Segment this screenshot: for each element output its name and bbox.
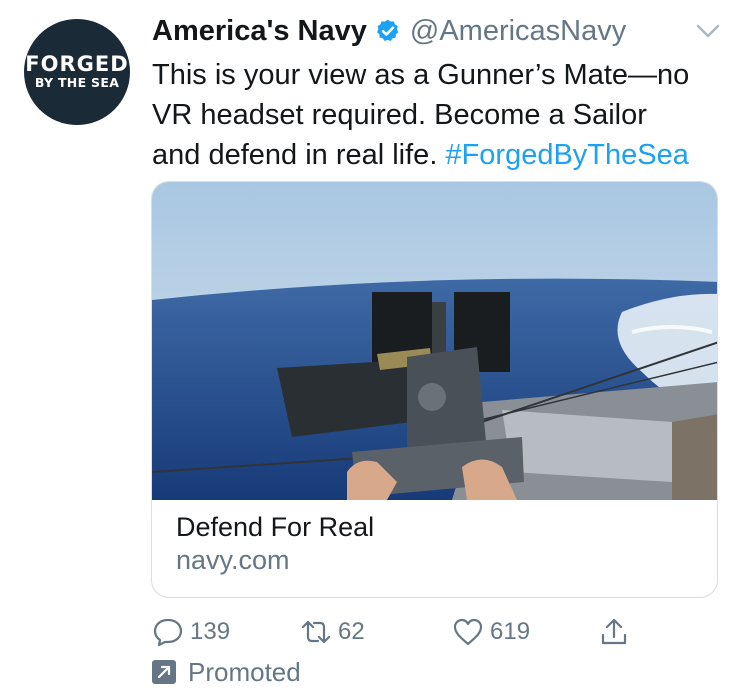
hashtag-link[interactable]: #ForgedByTheSea [445, 139, 688, 171]
promoted-label: Promoted [188, 656, 301, 687]
handle[interactable]: @AmericasNavy [410, 15, 626, 48]
tweet-text-segment: and defend in real life. [152, 139, 446, 171]
share-icon [601, 618, 627, 645]
promoted-indicator: Promoted [152, 655, 301, 689]
reply-icon [153, 618, 183, 647]
tweet-actions: 139 62 619 [0, 612, 750, 652]
promoted-arrow-icon [152, 660, 176, 684]
tweet-text: This is your view as a Gunner’s Mate—no … [152, 55, 732, 175]
share-button[interactable] [598, 612, 630, 652]
verified-badge-icon [376, 19, 399, 41]
retweet-button[interactable]: 62 [300, 612, 365, 652]
avatar[interactable]: FORGED BY THE SEA [24, 19, 130, 125]
chevron-down-icon[interactable] [694, 22, 722, 40]
retweet-icon [301, 620, 331, 644]
tweet-text-line: and defend in real life. #ForgedByTheSea [152, 135, 732, 175]
retweet-count: 62 [338, 618, 365, 645]
reply-count: 139 [190, 618, 231, 645]
card-title: Defend For Real [176, 512, 375, 542]
heart-icon [453, 618, 483, 646]
avatar-line-2: BY THE SEA [34, 75, 120, 90]
display-name[interactable]: America's Navy [152, 15, 367, 48]
link-card[interactable]: Defend For Real navy.com [151, 181, 718, 598]
tweet-text-line: VR headset required. Become a Sailor [152, 99, 647, 131]
tweet-header: America's Navy @AmericasNavy [152, 12, 626, 50]
like-count: 619 [490, 618, 531, 645]
tweet-text-line: This is your view as a Gunner’s Mate—no [152, 59, 690, 91]
like-button[interactable]: 619 [452, 612, 530, 652]
card-domain: navy.com [176, 545, 290, 575]
reply-button[interactable]: 139 [152, 612, 230, 652]
card-video-thumbnail[interactable] [152, 182, 718, 500]
avatar-line-1: FORGED [25, 52, 129, 76]
